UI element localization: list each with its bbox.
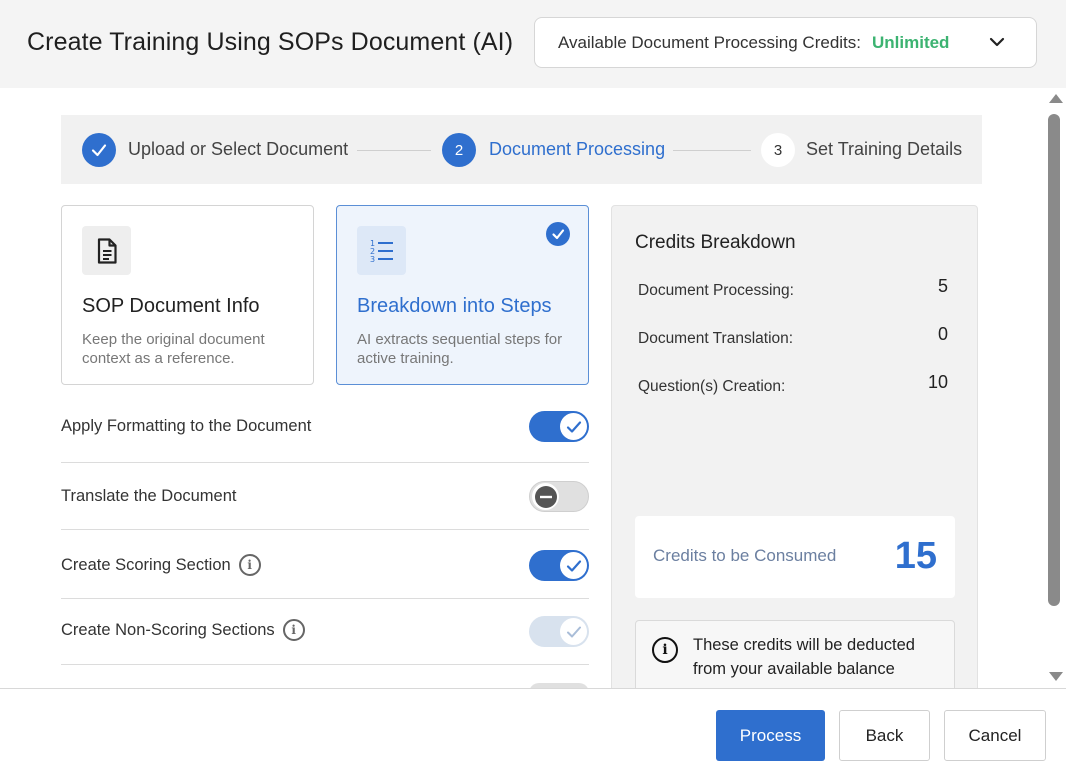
option-label: Create Scoring Section i: [61, 554, 261, 576]
toggle-check-icon: [560, 413, 587, 440]
option-translate-document: Translate the Document: [61, 463, 589, 530]
toggle-check-icon: [560, 618, 587, 645]
modal-title: Create Training Using SOPs Document (AI): [27, 28, 514, 56]
option-label-text: Translate the Document: [61, 487, 237, 505]
scroll-down-arrow-icon[interactable]: [1049, 672, 1063, 681]
option-create-scoring-section: Create Scoring Section i: [61, 530, 589, 599]
step-2-label: Document Processing: [489, 139, 666, 159]
step-connector: [357, 150, 431, 151]
option-label-text: Apply Formatting to the Document: [61, 417, 312, 435]
numbered-list-icon: 1 2 3: [357, 226, 406, 275]
credit-row-value: 5: [937, 276, 948, 296]
credits-breakdown-panel: Credits Breakdown Document Processing: 5…: [611, 205, 978, 688]
apply-formatting-toggle[interactable]: [529, 411, 589, 442]
info-icon[interactable]: i: [282, 619, 305, 641]
process-button[interactable]: Process: [716, 710, 825, 761]
step-completed-check-icon: [82, 133, 116, 167]
option-label-text: Create Non-Scoring Sections: [61, 620, 275, 639]
modal-content: Upload or Select Document 2 Document Pro…: [0, 88, 1046, 688]
svg-text:3: 3: [370, 255, 375, 264]
card-sop-document-info[interactable]: SOP Document Info Keep the original docu…: [61, 205, 314, 385]
credits-label: Available Document Processing Credits:: [558, 32, 861, 52]
card-title: SOP Document Info: [82, 295, 260, 317]
cancel-button[interactable]: Cancel: [944, 710, 1046, 761]
create-scoring-section-toggle[interactable]: [529, 550, 589, 581]
step-3-number: 3: [761, 133, 795, 167]
scroll-up-arrow-icon[interactable]: [1049, 94, 1063, 103]
option-label-text: Create Scoring Section: [61, 555, 231, 574]
toggle-minus-icon: [532, 483, 559, 510]
option-label: Translate the Document: [61, 487, 236, 506]
credits-note-text: These credits will be deducted from your…: [693, 636, 915, 678]
translate-document-toggle[interactable]: [529, 481, 589, 512]
modal-header: Create Training Using SOPs Document (AI)…: [0, 0, 1066, 88]
card-breakdown-into-steps[interactable]: 1 2 3 Breakdown into Steps AI extracts s…: [336, 205, 589, 385]
credit-row-value: 10: [927, 372, 948, 392]
card-title: Breakdown into Steps: [357, 295, 552, 317]
credit-row-label: Question(s) Creation:: [638, 378, 786, 395]
credits-consumed-value: 15: [894, 535, 937, 577]
step-2-number: 2: [442, 133, 476, 167]
option-create-non-scoring-sections: Create Non-Scoring Sections i: [61, 599, 589, 665]
stepper: Upload or Select Document 2 Document Pro…: [61, 115, 982, 184]
scrollbar-thumb[interactable]: [1048, 114, 1060, 606]
credits-breakdown-title: Credits Breakdown: [635, 232, 796, 253]
credit-row-label: Document Processing:: [638, 282, 794, 299]
selected-check-icon: [546, 222, 570, 246]
info-icon: i: [652, 637, 678, 663]
step-1-label: Upload or Select Document: [128, 139, 349, 159]
credits-consumed-label: Credits to be Consumed: [653, 546, 837, 565]
credits-dropdown[interactable]: Available Document Processing Credits: U…: [534, 17, 1037, 68]
document-icon: [82, 226, 131, 275]
info-icon[interactable]: i: [238, 554, 261, 576]
option-apply-formatting: Apply Formatting to the Document: [61, 406, 589, 463]
back-button[interactable]: Back: [839, 710, 930, 761]
credits-consumed-box: Credits to be Consumed 15: [635, 516, 955, 598]
credits-note: i These credits will be deducted from yo…: [635, 620, 955, 688]
step-3-label: Set Training Details: [806, 139, 963, 159]
card-description: AI extracts sequential steps for active …: [357, 331, 563, 367]
credits-value: Unlimited: [872, 32, 950, 52]
credit-row-value: 0: [937, 324, 948, 344]
scrollbar[interactable]: [1046, 88, 1066, 688]
credit-row-label: Document Translation:: [638, 330, 794, 347]
modal-footer: Process Back Cancel: [0, 688, 1066, 782]
step-connector: [673, 150, 751, 151]
chevron-down-icon: [989, 37, 1005, 47]
card-description: Keep the original document context as a …: [82, 331, 265, 367]
option-label: Create Non-Scoring Sections i: [61, 619, 305, 641]
toggle-check-icon: [560, 552, 587, 579]
option-label: Apply Formatting to the Document: [61, 417, 311, 436]
create-non-scoring-sections-toggle[interactable]: [529, 616, 589, 647]
